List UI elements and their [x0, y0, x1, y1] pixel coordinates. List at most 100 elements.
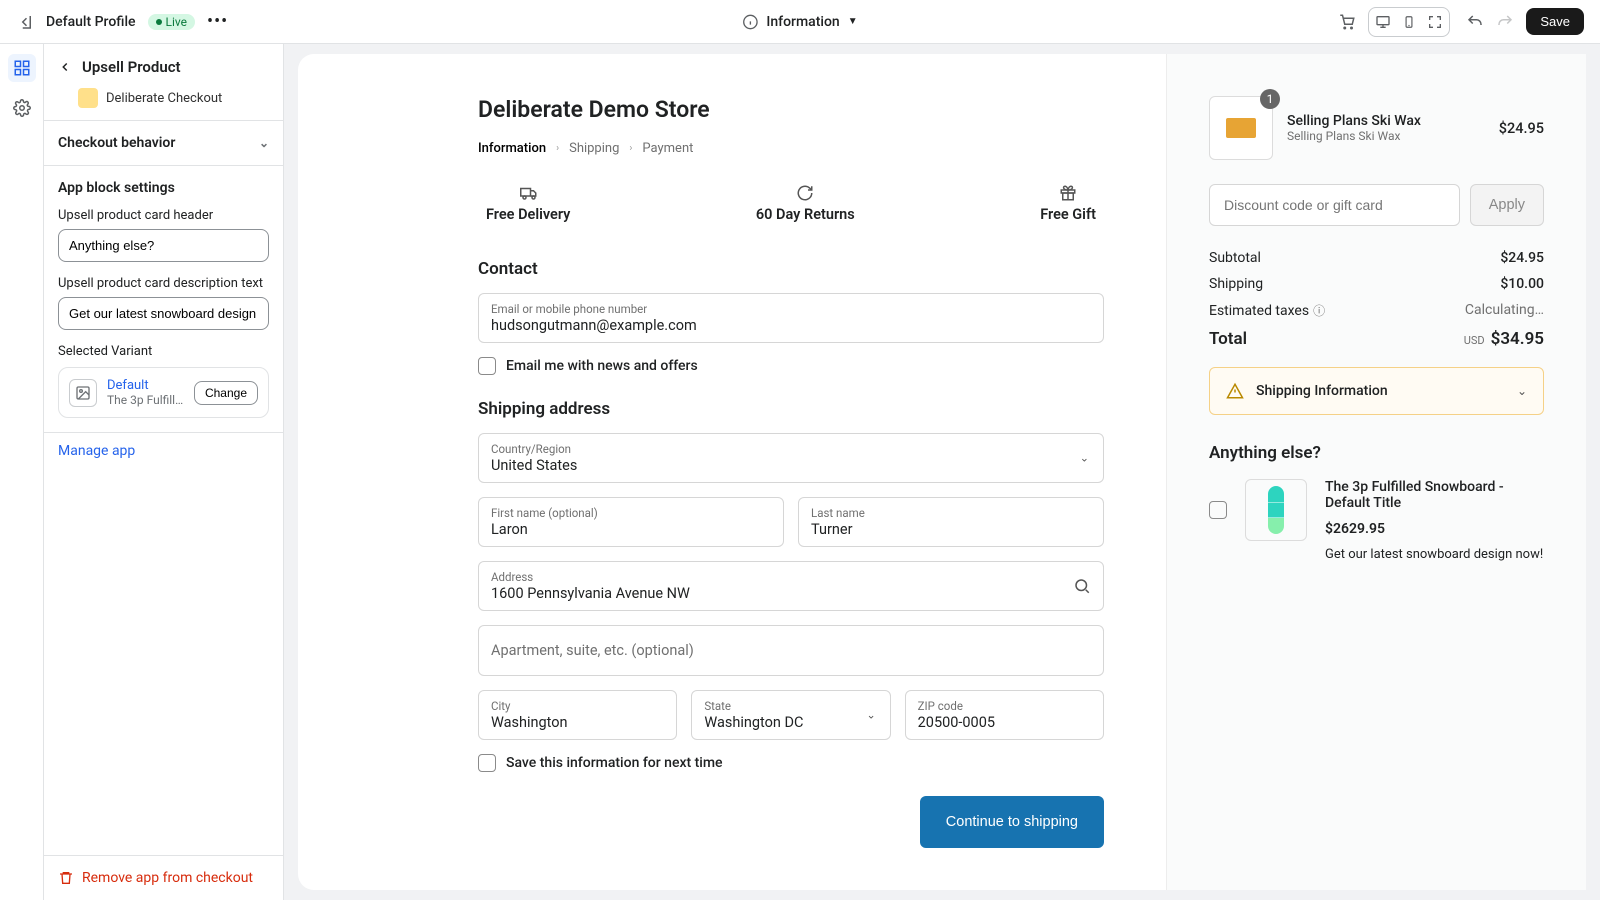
desktop-icon[interactable]: [1371, 10, 1395, 34]
behavior-section-header[interactable]: Checkout behavior ⌄: [44, 121, 283, 165]
sections-rail-icon[interactable]: [8, 54, 36, 82]
apply-button[interactable]: Apply: [1470, 184, 1544, 226]
checkout-main: Deliberate Demo Store Information › Ship…: [298, 54, 1166, 890]
gift-icon: [1059, 184, 1077, 200]
mobile-icon[interactable]: [1397, 10, 1421, 34]
info-icon: [742, 14, 758, 30]
qty-badge: 1: [1260, 89, 1280, 109]
cart-item-subtitle: Selling Plans Ski Wax: [1287, 129, 1485, 143]
variant-title-link[interactable]: Default: [107, 378, 184, 393]
country-select[interactable]: Country/Region United States ⌄: [478, 433, 1104, 483]
truck-icon: [519, 184, 537, 200]
upsell-thumbnail: [1245, 479, 1307, 541]
returns-icon: [796, 184, 814, 200]
chevron-down-icon: ⌄: [1517, 384, 1527, 398]
discount-input[interactable]: [1209, 184, 1460, 226]
exit-icon[interactable]: [16, 13, 34, 31]
trash-icon: [58, 870, 74, 886]
upsell-product-name: The 3p Fulfilled Snowboard - Default Tit…: [1325, 479, 1544, 511]
chevron-down-icon: ▼: [848, 16, 858, 27]
crumb-shipping[interactable]: Shipping: [569, 141, 619, 156]
first-name-field[interactable]: First name (optional) Laron: [478, 497, 784, 547]
remove-app-label: Remove app from checkout: [82, 870, 253, 886]
search-icon[interactable]: [1073, 577, 1091, 595]
cart-thumbnail: 1: [1209, 96, 1273, 160]
sidebar: Upsell Product Deliberate Checkout Check…: [44, 44, 284, 900]
desc-field-input[interactable]: [58, 297, 269, 330]
save-info-row: Save this information for next time: [478, 754, 1104, 772]
email-field[interactable]: Email or mobile phone number hudsongutma…: [478, 293, 1104, 343]
total-row: Total USD$34.95: [1209, 329, 1544, 349]
preview-canvas: Deliberate Demo Store Information › Ship…: [284, 44, 1600, 900]
header-field-input[interactable]: [58, 229, 269, 262]
behavior-section-label: Checkout behavior: [58, 135, 175, 151]
app-icon: [78, 88, 98, 108]
chevron-right-icon: ›: [629, 143, 632, 154]
manage-app-link[interactable]: Manage app: [44, 433, 283, 459]
chevron-down-icon: ⌄: [1080, 452, 1089, 465]
last-name-field[interactable]: Last name Turner: [798, 497, 1104, 547]
chevron-down-icon: ⌄: [866, 709, 875, 722]
variant-subtitle: The 3p Fulfilled Snow…: [107, 393, 184, 407]
zip-field[interactable]: ZIP code 20500-0005: [905, 690, 1104, 740]
desc-field-label: Upsell product card description text: [58, 276, 269, 291]
page-selector[interactable]: Information ▼: [742, 14, 857, 30]
app-row[interactable]: Deliberate Checkout: [44, 84, 283, 120]
chevron-down-icon: ⌄: [259, 136, 269, 150]
save-info-checkbox[interactable]: [478, 754, 496, 772]
back-icon[interactable]: [58, 60, 72, 74]
remove-app-link[interactable]: Remove app from checkout: [58, 870, 269, 886]
perk-returns: 60 Day Returns: [756, 184, 855, 223]
upsell-section-title: Anything else?: [1209, 443, 1544, 463]
sidebar-title: Upsell Product: [82, 58, 181, 76]
crumb-information[interactable]: Information: [478, 141, 546, 156]
breadcrumb: Information › Shipping › Payment: [478, 141, 1104, 156]
info-icon[interactable]: ⓘ: [1313, 304, 1325, 318]
variant-card: Default The 3p Fulfilled Snow… Change: [58, 367, 269, 418]
news-checkbox-row: Email me with news and offers: [478, 357, 1104, 375]
cart-icon[interactable]: [1336, 11, 1358, 33]
device-switcher: [1368, 7, 1450, 37]
contact-title: Contact: [478, 259, 1104, 279]
order-summary: 1 Selling Plans Ski Wax Selling Plans Sk…: [1166, 54, 1586, 890]
apartment-field[interactable]: Apartment, suite, etc. (optional): [478, 625, 1104, 676]
settings-section-label: App block settings: [58, 180, 175, 196]
variant-thumb-icon: [69, 379, 97, 407]
settings-rail-icon[interactable]: [8, 94, 36, 122]
change-button[interactable]: Change: [194, 381, 258, 405]
upsell-checkbox[interactable]: [1209, 501, 1227, 519]
nav-rail: [0, 44, 44, 900]
continue-button[interactable]: Continue to shipping: [920, 796, 1104, 848]
subtotal-row: Subtotal $24.95: [1209, 250, 1544, 266]
news-checkbox[interactable]: [478, 357, 496, 375]
page-selector-label: Information: [766, 14, 839, 30]
shipping-info-accordion[interactable]: Shipping Information ⌄: [1209, 367, 1544, 415]
crumb-payment[interactable]: Payment: [642, 141, 693, 156]
profile-name: Default Profile: [46, 14, 136, 30]
city-field[interactable]: City Washington: [478, 690, 677, 740]
upsell-card: The 3p Fulfilled Snowboard - Default Tit…: [1209, 479, 1544, 562]
tax-row: Estimated taxesⓘ Calculating…: [1209, 302, 1544, 319]
redo-icon[interactable]: [1494, 11, 1516, 33]
perks-row: Free Delivery 60 Day Returns Free Gift: [478, 184, 1104, 223]
upsell-product-price: $2629.95: [1325, 521, 1544, 537]
chevron-right-icon: ›: [556, 143, 559, 154]
perk-delivery: Free Delivery: [486, 184, 570, 223]
shipping-row: Shipping $10.00: [1209, 276, 1544, 292]
header-field-label: Upsell product card header: [58, 208, 269, 223]
save-button[interactable]: Save: [1526, 8, 1584, 35]
undo-icon[interactable]: [1464, 11, 1486, 33]
warning-icon: [1226, 382, 1244, 400]
cart-item-title: Selling Plans Ski Wax: [1287, 113, 1485, 129]
settings-section-header: App block settings: [44, 166, 283, 202]
perk-gift: Free Gift: [1040, 184, 1096, 223]
address-field[interactable]: Address 1600 Pennsylvania Avenue NW: [478, 561, 1104, 611]
cart-item: 1 Selling Plans Ski Wax Selling Plans Sk…: [1209, 96, 1544, 160]
address-title: Shipping address: [478, 399, 1104, 419]
store-title: Deliberate Demo Store: [478, 96, 1104, 123]
state-select[interactable]: State Washington DC ⌄: [691, 690, 890, 740]
fullscreen-icon[interactable]: [1423, 10, 1447, 34]
variant-label: Selected Variant: [58, 344, 269, 359]
more-icon[interactable]: •••: [207, 11, 228, 32]
live-badge: Live: [148, 14, 195, 30]
